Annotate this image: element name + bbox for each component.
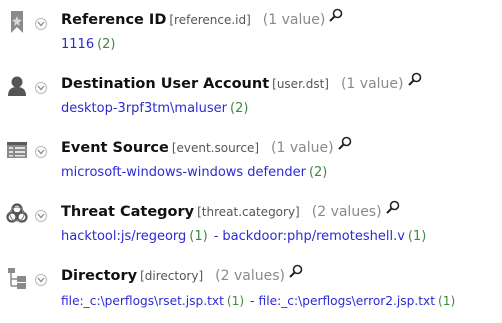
- value-count-badge: (1): [226, 294, 245, 308]
- field-key: [threat.category]: [197, 205, 300, 219]
- value-link[interactable]: 1116: [61, 37, 94, 52]
- event-log-icon: [6, 138, 28, 162]
- field-key: [event.source]: [171, 141, 260, 155]
- field-reference-id: Reference ID [reference.id] (1 value) 1116…: [0, 6, 502, 66]
- value-count: (1 value): [262, 12, 326, 28]
- expand-toggle[interactable]: [35, 274, 47, 286]
- value-link[interactable]: hacktool:js/regeorg: [61, 229, 186, 244]
- value-list: 1116 (2): [61, 36, 116, 54]
- value-link[interactable]: backdoor:php/remoteshell.v: [222, 229, 405, 244]
- field-key: [reference.id]: [169, 13, 251, 27]
- value-count-badge: (2): [97, 37, 116, 52]
- search-icon[interactable]: [385, 200, 400, 214]
- value-count: (1 value): [271, 140, 334, 156]
- field-header: Reference ID [reference.id] (1 value): [61, 8, 343, 30]
- directory-tree-icon: [6, 266, 28, 290]
- field-header: Destination User Account [user.dst] (1 val…: [61, 72, 422, 94]
- value-count-badge: (1): [438, 294, 456, 308]
- field-header: Threat Category [threat.category] (2 value…: [61, 200, 400, 222]
- value-list: file:_c:\perflogs\rset.jsp.txt (1) - file:_…: [61, 292, 455, 310]
- value-count-badge: (1): [189, 229, 208, 244]
- expand-toggle[interactable]: [35, 146, 47, 158]
- value-count: (2 values): [311, 204, 382, 220]
- field-header: Event Source [event.source] (1 value): [61, 136, 352, 158]
- value-link[interactable]: desktop-3rpf3tm\maluser: [61, 101, 227, 116]
- field-title: Directory: [61, 268, 138, 284]
- value-count-badge: (1): [407, 229, 427, 244]
- field-title: Threat Category: [61, 204, 195, 220]
- search-icon[interactable]: [329, 8, 343, 22]
- value-link[interactable]: file:_c:\perflogs\rset.jsp.txt: [61, 294, 224, 308]
- value-count: (2 values): [215, 268, 285, 284]
- value-list: desktop-3rpf3tm\maluser (2): [61, 100, 248, 118]
- field-key: [directory]: [140, 269, 204, 283]
- value-separator: -: [213, 229, 219, 244]
- expand-toggle[interactable]: [35, 18, 47, 30]
- bookmark-icon: [6, 10, 28, 34]
- user-icon: [6, 74, 28, 98]
- search-icon[interactable]: [289, 264, 303, 278]
- value-link[interactable]: file:_c:\perflogs\error2.jsp.txt: [259, 294, 436, 308]
- field-directory: Directory [directory] (2 values) file:_c:\…: [0, 262, 502, 322]
- value-separator: -: [250, 294, 255, 308]
- value-count-badge: (2): [230, 101, 249, 116]
- value-count: (1 value): [340, 76, 404, 92]
- value-count-badge: (2): [308, 165, 328, 180]
- field-threat-category: Threat Category [threat.category] (2 value…: [0, 198, 502, 258]
- field-destination-user-account: Destination User Account [user.dst] (1 val…: [0, 70, 502, 130]
- value-link[interactable]: microsoft-windows-windows defender: [61, 165, 306, 180]
- biohazard-icon: [6, 202, 28, 226]
- search-icon[interactable]: [337, 136, 352, 150]
- field-title: Reference ID: [61, 12, 167, 28]
- field-event-source: Event Source [event.source] (1 value) micr…: [0, 134, 502, 194]
- search-icon[interactable]: [407, 72, 422, 86]
- field-title: Event Source: [61, 140, 169, 156]
- value-list: hacktool:js/regeorg (1) - backdoor:php/remo…: [61, 228, 426, 246]
- field-title: Destination User Account: [61, 76, 270, 92]
- value-list: microsoft-windows-windows defender (2): [61, 164, 327, 182]
- expand-toggle[interactable]: [35, 210, 47, 222]
- expand-toggle[interactable]: [35, 82, 47, 94]
- field-key: [user.dst]: [272, 77, 329, 91]
- field-header: Directory [directory] (2 values): [61, 264, 303, 286]
